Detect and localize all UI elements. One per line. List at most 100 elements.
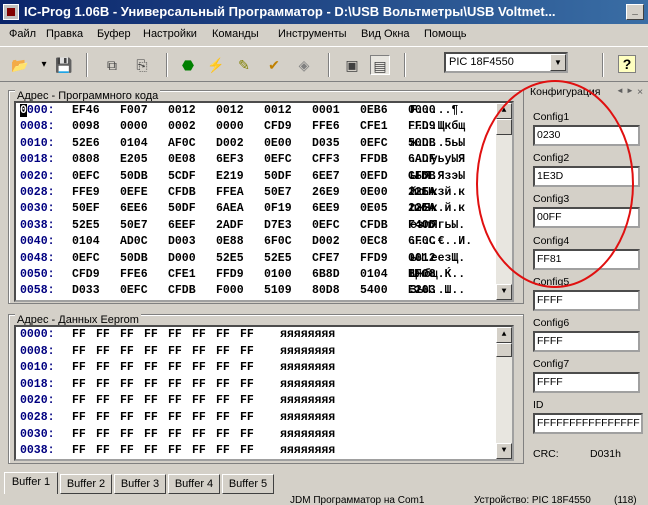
hex-word[interactable]: FFEA bbox=[216, 186, 244, 199]
hex-word[interactable]: FFE6 bbox=[120, 268, 148, 281]
hex-word[interactable]: 50DB bbox=[120, 252, 148, 265]
hex-byte[interactable]: FF bbox=[72, 328, 86, 341]
hex-byte[interactable]: FF bbox=[72, 361, 86, 374]
hex-word[interactable]: D7E3 bbox=[264, 219, 292, 232]
config-value-field[interactable]: FF81 bbox=[533, 248, 640, 270]
hex-word[interactable]: E219 bbox=[216, 170, 244, 183]
hex-word[interactable]: 0E00 bbox=[360, 186, 388, 199]
blank-check-icon[interactable]: ◈ bbox=[294, 55, 314, 75]
hex-byte[interactable]: FF bbox=[240, 361, 254, 374]
hex-word[interactable]: 0E00 bbox=[264, 137, 292, 150]
hex-word[interactable]: 6EE9 bbox=[312, 202, 340, 215]
hex-word[interactable]: 6F0C bbox=[264, 235, 292, 248]
hex-byte[interactable]: FF bbox=[192, 328, 206, 341]
hex-word[interactable]: FFE9 bbox=[72, 186, 100, 199]
asm-view-icon[interactable]: ▤ bbox=[370, 55, 390, 75]
config-value-field[interactable]: FFFF bbox=[533, 331, 640, 352]
hex-word[interactable]: 80D8 bbox=[312, 284, 340, 297]
hex-word[interactable]: D033 bbox=[72, 284, 100, 297]
hex-byte[interactable]: FF bbox=[120, 345, 134, 358]
menu-settings[interactable]: Настройки bbox=[143, 28, 197, 40]
hex-byte[interactable]: FF bbox=[72, 411, 86, 424]
hex-word[interactable]: 52E5 bbox=[72, 219, 100, 232]
hex-word[interactable]: 5400 bbox=[360, 284, 388, 297]
hex-word[interactable]: D003 bbox=[168, 235, 196, 248]
hex-byte[interactable]: FF bbox=[216, 378, 230, 391]
hex-word[interactable]: F000 bbox=[216, 284, 244, 297]
hex-byte[interactable]: FF bbox=[192, 411, 206, 424]
hex-byte[interactable]: FF bbox=[168, 345, 182, 358]
hex-word[interactable]: 0EC8 bbox=[360, 235, 388, 248]
hex-word[interactable]: 0EB6 bbox=[360, 104, 388, 117]
hex-byte[interactable]: FF bbox=[240, 378, 254, 391]
tab-buffer-2[interactable]: Buffer 2 bbox=[60, 474, 112, 494]
minimize-button[interactable]: _ bbox=[626, 4, 644, 20]
hex-word[interactable]: 0E05 bbox=[360, 202, 388, 215]
hex-byte[interactable]: FF bbox=[120, 428, 134, 441]
hex-word[interactable]: D000 bbox=[168, 252, 196, 265]
hex-byte[interactable]: FF bbox=[192, 394, 206, 407]
hex-word[interactable]: 0104 bbox=[72, 235, 100, 248]
hex-byte[interactable]: FF bbox=[72, 378, 86, 391]
hex-byte[interactable]: FF bbox=[216, 361, 230, 374]
hex-word[interactable]: 0002 bbox=[168, 120, 196, 133]
hex-byte[interactable]: FF bbox=[120, 394, 134, 407]
hex-word[interactable]: CFDB bbox=[360, 219, 388, 232]
hex-byte[interactable]: FF bbox=[72, 444, 86, 457]
prev-icon[interactable]: ◄ bbox=[616, 86, 624, 95]
hex-word[interactable]: FFDB bbox=[360, 153, 388, 166]
hex-word[interactable]: AF0C bbox=[168, 137, 196, 150]
hex-word[interactable]: 0EFC bbox=[264, 153, 292, 166]
hex-byte[interactable]: FF bbox=[144, 394, 158, 407]
next-icon[interactable]: ► bbox=[626, 86, 634, 95]
edit-cursor[interactable]: 0 bbox=[20, 104, 27, 117]
scroll-up-icon[interactable]: ▲ bbox=[496, 103, 512, 119]
copy-buffer-icon[interactable]: ⧉ bbox=[102, 55, 122, 75]
hex-word[interactable]: D035 bbox=[312, 137, 340, 150]
hex-word[interactable]: 0098 bbox=[72, 120, 100, 133]
hex-byte[interactable]: FF bbox=[96, 428, 110, 441]
hex-word[interactable]: 6EF3 bbox=[216, 153, 244, 166]
hex-byte[interactable]: FF bbox=[192, 345, 206, 358]
hex-word[interactable]: 0000 bbox=[120, 120, 148, 133]
menu-window[interactable]: Вид Окна bbox=[361, 28, 410, 40]
hex-byte[interactable]: FF bbox=[216, 444, 230, 457]
hex-word[interactable]: FFD9 bbox=[360, 252, 388, 265]
config-value-field[interactable]: 0230 bbox=[533, 125, 640, 146]
hex-word[interactable]: 50E7 bbox=[120, 219, 148, 232]
hex-word[interactable]: 0EFC bbox=[120, 284, 148, 297]
hex-byte[interactable]: FF bbox=[240, 428, 254, 441]
hex-byte[interactable]: FF bbox=[216, 328, 230, 341]
menu-tools[interactable]: Инструменты bbox=[278, 28, 347, 40]
hex-word[interactable]: 6EE7 bbox=[312, 170, 340, 183]
hex-word[interactable]: 0F19 bbox=[264, 202, 292, 215]
hex-byte[interactable]: FF bbox=[192, 428, 206, 441]
menu-commands[interactable]: Команды bbox=[212, 28, 259, 40]
hex-byte[interactable]: FF bbox=[240, 444, 254, 457]
hex-byte[interactable]: FF bbox=[96, 444, 110, 457]
tab-buffer-3[interactable]: Buffer 3 bbox=[114, 474, 166, 494]
hex-byte[interactable]: FF bbox=[144, 428, 158, 441]
hex-byte[interactable]: FF bbox=[168, 394, 182, 407]
erase-chip-icon[interactable]: ✎ bbox=[234, 55, 254, 75]
hex-word[interactable]: 6B8D bbox=[312, 268, 340, 281]
hex-byte[interactable]: FF bbox=[240, 394, 254, 407]
hex-word[interactable]: CFE1 bbox=[360, 120, 388, 133]
hex-view-icon[interactable]: ▣ bbox=[342, 55, 362, 75]
hex-word[interactable]: 6AEA bbox=[216, 202, 244, 215]
hex-byte[interactable]: FF bbox=[96, 411, 110, 424]
hex-byte[interactable]: FF bbox=[192, 444, 206, 457]
hex-word[interactable]: CFD9 bbox=[72, 268, 100, 281]
hex-word[interactable]: AD0C bbox=[120, 235, 148, 248]
hex-byte[interactable]: FF bbox=[72, 428, 86, 441]
hex-word[interactable]: 0012 bbox=[168, 104, 196, 117]
hex-word[interactable]: CFDB bbox=[168, 284, 196, 297]
hex-word[interactable]: 26E9 bbox=[312, 186, 340, 199]
hex-byte[interactable]: FF bbox=[216, 411, 230, 424]
scroll-thumb[interactable] bbox=[496, 343, 512, 357]
hex-word[interactable]: D002 bbox=[312, 235, 340, 248]
hex-word[interactable]: 0EFC bbox=[72, 170, 100, 183]
eeprom-scrollbar[interactable]: ▲ ▼ bbox=[496, 327, 512, 459]
hex-byte[interactable]: FF bbox=[120, 444, 134, 457]
hex-byte[interactable]: FF bbox=[192, 361, 206, 374]
